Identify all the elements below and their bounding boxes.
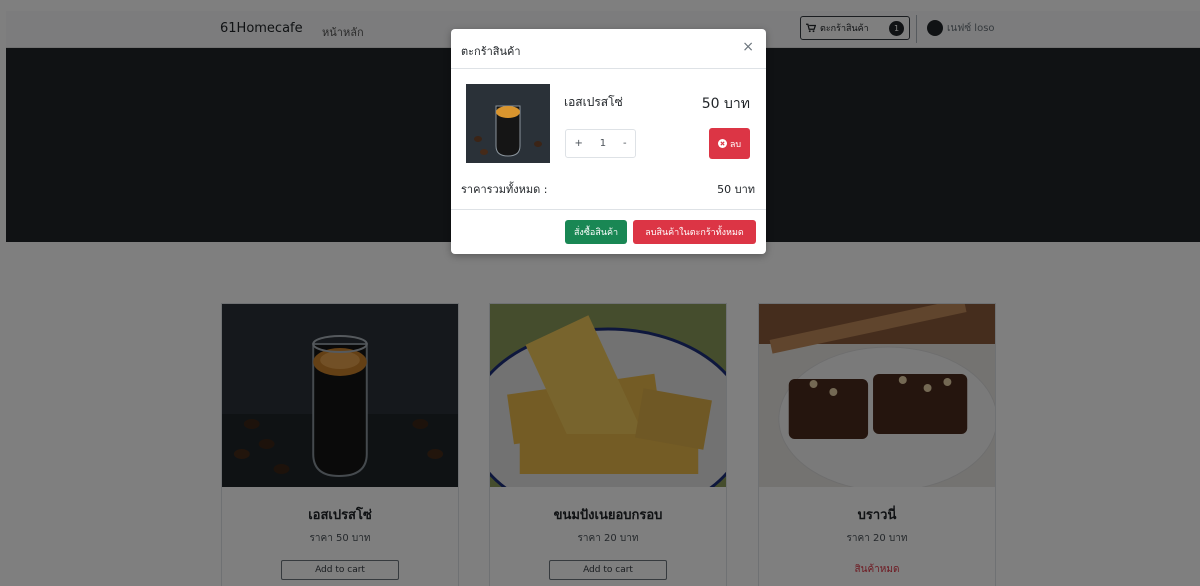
quantity-value: 1 — [599, 138, 607, 149]
quantity-decrease-button[interactable]: - — [623, 138, 627, 149]
order-button[interactable]: สั่งซื้อสินค้า — [565, 220, 627, 244]
clear-cart-button[interactable]: ลบสินค้าในตะกร้าทั้งหมด — [633, 220, 756, 244]
quantity-stepper: + 1 - — [565, 129, 636, 158]
cart-modal: ตะกร้าสินค้า × เอสเปรสโซ่ 50 บาท + 1 - ล… — [451, 29, 766, 254]
total-value: 50 บาท — [717, 183, 755, 196]
modal-footer: สั่งซื้อสินค้า ลบสินค้าในตะกร้าทั้งหมด — [451, 209, 766, 254]
modal-header: ตะกร้าสินค้า × — [451, 29, 766, 69]
cart-item-name: เอสเปรสโซ่ — [564, 95, 623, 109]
cart-item-image — [466, 84, 550, 163]
modal-title: ตะกร้าสินค้า — [461, 45, 521, 58]
delete-item-button[interactable]: ลบ — [709, 128, 750, 159]
quantity-increase-button[interactable]: + — [574, 138, 582, 149]
close-icon[interactable]: × — [742, 39, 754, 55]
cart-item-price: 50 บาท — [701, 96, 750, 112]
total-label: ราคารวมทั้งหมด : — [461, 183, 548, 196]
x-circle-icon — [717, 139, 727, 148]
delete-label: ลบ — [729, 139, 742, 150]
